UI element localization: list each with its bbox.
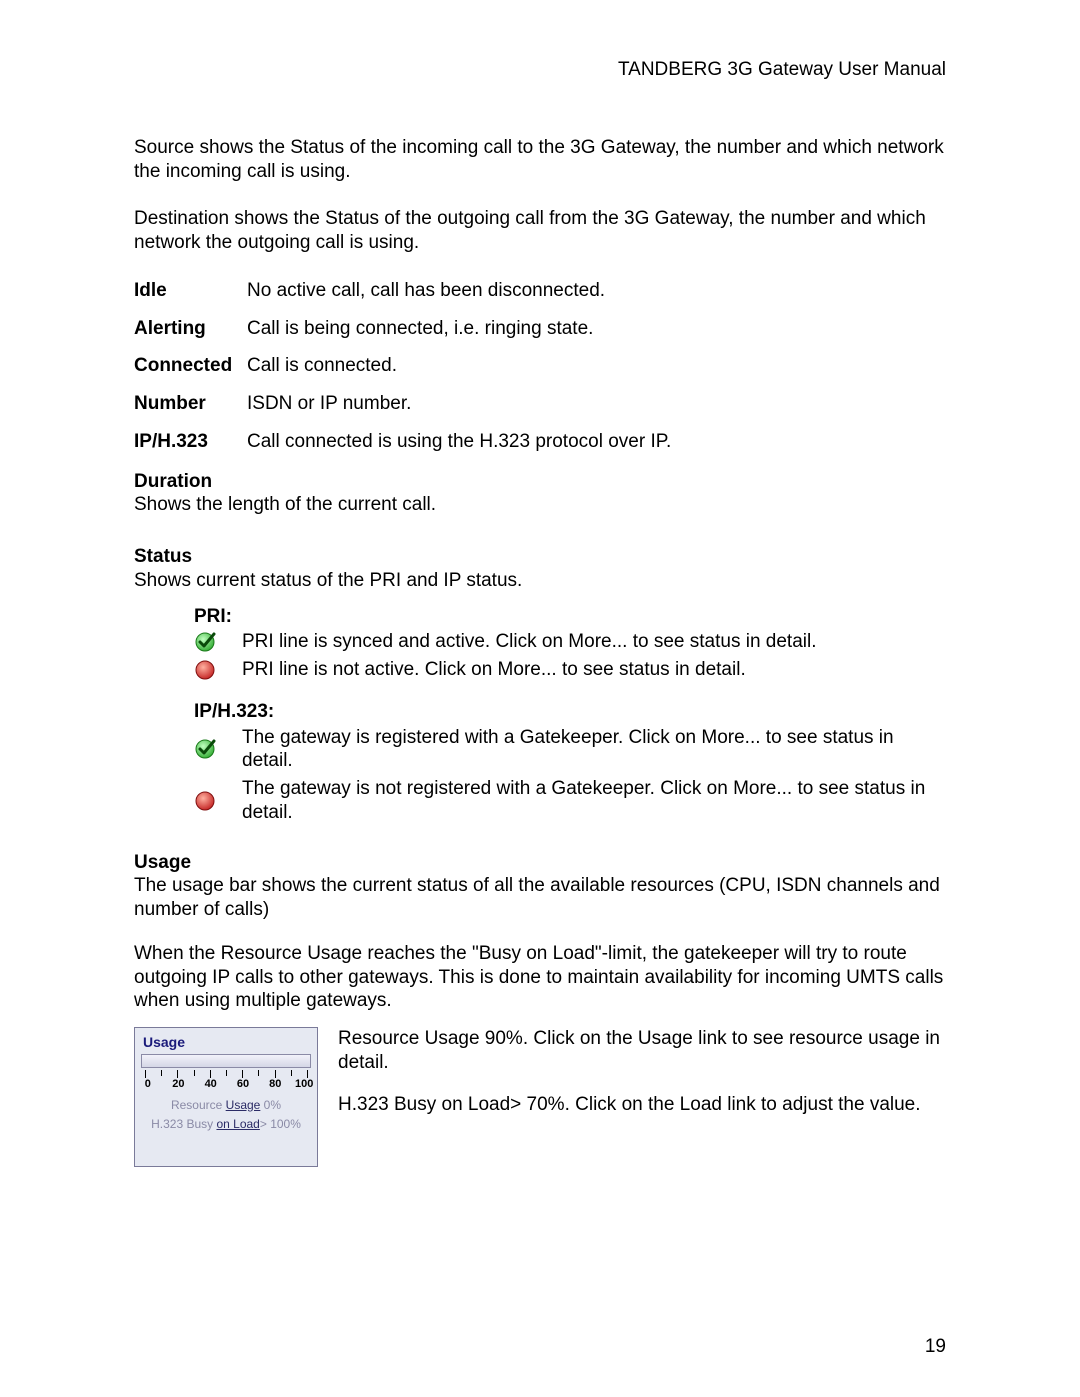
usage-title: Usage — [134, 851, 946, 875]
definition-row: Idle No active call, call has been disco… — [134, 279, 946, 303]
usage-right-p1: Resource Usage 90%. Click on the Usage l… — [338, 1027, 946, 1075]
definition-term: Alerting — [134, 317, 247, 341]
usage-scale: 0 20 40 60 80 100 — [141, 1070, 311, 1094]
usage-widget: Usage — [134, 1027, 318, 1167]
definition-row: IP/H.323 Call connected is using the H.3… — [134, 430, 946, 454]
page-header: TANDBERG 3G Gateway User Manual — [134, 58, 946, 82]
usage-line2-suffix: > 100% — [260, 1117, 301, 1131]
definition-term: IP/H.323 — [134, 430, 247, 454]
usage-link[interactable]: Usage — [226, 1098, 261, 1112]
usage-line-1: Resource Usage 0% — [141, 1098, 311, 1113]
pri-ok-text: PRI line is synced and active. Click on … — [242, 630, 817, 654]
page-number: 19 — [925, 1335, 946, 1359]
document-title: TANDBERG 3G Gateway User Manual — [618, 59, 946, 80]
usage-p1: The usage bar shows the current status o… — [134, 874, 946, 922]
ip-bad-row: The gateway is not registered with a Gat… — [194, 777, 946, 825]
scale-label: 40 — [205, 1078, 217, 1092]
check-icon — [194, 631, 220, 653]
scale-label: 0 — [145, 1078, 151, 1092]
usage-line2-prefix: H.323 Busy — [151, 1117, 216, 1131]
check-icon — [194, 738, 220, 760]
pri-bad-row: PRI line is not active. Click on More...… — [194, 658, 946, 682]
duration-section: Duration Shows the length of the current… — [134, 470, 946, 518]
definition-desc: Call is being connected, i.e. ringing st… — [247, 317, 946, 341]
duration-title: Duration — [134, 470, 946, 494]
definition-term: Idle — [134, 279, 247, 303]
usage-p2: When the Resource Usage reaches the "Bus… — [134, 942, 946, 1013]
alert-icon — [194, 659, 220, 681]
definition-desc: ISDN or IP number. — [247, 392, 946, 416]
definition-desc: Call is connected. — [247, 354, 946, 378]
usage-line1-suffix: 0% — [260, 1098, 281, 1112]
definition-desc: No active call, call has been disconnect… — [247, 279, 946, 303]
ip-block: IP/H.323: The gateway is registered with… — [194, 700, 946, 825]
definition-row: Connected Call is connected. — [134, 354, 946, 378]
usage-bar — [141, 1054, 311, 1068]
definitions-table: Idle No active call, call has been disco… — [134, 279, 946, 454]
definition-term: Number — [134, 392, 247, 416]
alert-icon — [194, 790, 220, 812]
scale-label: 60 — [237, 1078, 249, 1092]
definition-row: Number ISDN or IP number. — [134, 392, 946, 416]
scale-label: 20 — [172, 1078, 184, 1092]
definition-term: Connected — [134, 354, 247, 378]
definition-desc: Call connected is using the H.323 protoc… — [247, 430, 946, 454]
ip-ok-row: The gateway is registered with a Gatekee… — [194, 726, 946, 774]
usage-area: Usage — [134, 1027, 946, 1167]
usage-line1-prefix: Resource — [171, 1098, 226, 1112]
usage-right-p2: H.323 Busy on Load> 70%. Click on the Lo… — [338, 1093, 946, 1117]
ip-ok-text: The gateway is registered with a Gatekee… — [242, 726, 946, 774]
intro-paragraph-2: Destination shows the Status of the outg… — [134, 207, 946, 255]
usage-right-text: Resource Usage 90%. Click on the Usage l… — [338, 1027, 946, 1134]
usage-section: Usage The usage bar shows the current st… — [134, 851, 946, 1167]
status-desc: Shows current status of the PRI and IP s… — [134, 569, 946, 593]
scale-label: 100 — [295, 1078, 313, 1092]
pri-ok-row: PRI line is synced and active. Click on … — [194, 630, 946, 654]
pri-bad-text: PRI line is not active. Click on More...… — [242, 658, 746, 682]
ip-bad-text: The gateway is not registered with a Gat… — [242, 777, 946, 825]
scale-label: 80 — [269, 1078, 281, 1092]
pri-title: PRI: — [194, 605, 946, 629]
status-section: Status Shows current status of the PRI a… — [134, 545, 946, 825]
ip-title: IP/H.323: — [194, 700, 946, 724]
usage-line-2: H.323 Busy on Load> 100% — [141, 1117, 311, 1132]
definition-row: Alerting Call is being connected, i.e. r… — [134, 317, 946, 341]
on-load-link[interactable]: on Load — [216, 1117, 259, 1131]
intro-paragraph-1: Source shows the Status of the incoming … — [134, 136, 946, 184]
duration-desc: Shows the length of the current call. — [134, 493, 946, 517]
usage-widget-title: Usage — [141, 1034, 311, 1052]
status-title: Status — [134, 545, 946, 569]
pri-block: PRI: PRI line is synced and active. Clic… — [194, 605, 946, 682]
page-content: TANDBERG 3G Gateway User Manual Source s… — [0, 0, 1080, 1167]
